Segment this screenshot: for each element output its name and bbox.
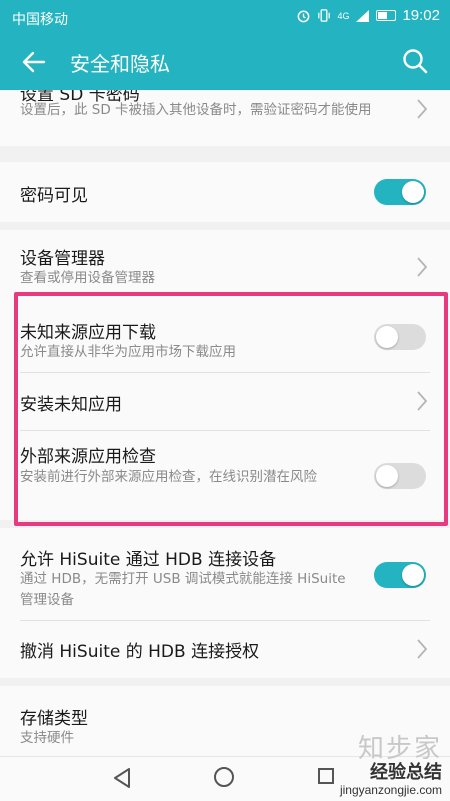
- alarm-icon: [298, 10, 310, 23]
- chevron-right-icon: [417, 99, 428, 119]
- watermark-line1: 知步家: [357, 734, 442, 764]
- clock: 19:02: [402, 7, 440, 24]
- app-bar: 安全和隐私: [0, 34, 450, 90]
- nav-home-icon[interactable]: [214, 767, 234, 787]
- hisuite-group-card: 允许 HiSuite 通过 HDB 连接设备 通过 HDB，无需打开 USB 调…: [0, 528, 450, 678]
- storage-type-title: 存储类型: [20, 709, 88, 729]
- unknown-sources-item[interactable]: 未知来源应用下载 允许直接从非华为应用市场下载应用: [0, 304, 450, 370]
- revoke-hdb-title: 撤消 HiSuite 的 HDB 连接授权: [20, 642, 260, 662]
- signal-icon: [356, 9, 370, 22]
- hisuite-hdb-toggle[interactable]: [374, 562, 426, 588]
- device-manager-item[interactable]: 设备管理器 查看或停用设备管理器: [0, 230, 450, 294]
- install-unknown-apps-item[interactable]: 安装未知应用: [0, 373, 450, 429]
- hisuite-hdb-title: 允许 HiSuite 通过 HDB 连接设备: [20, 550, 277, 570]
- unknown-sources-title: 未知来源应用下载: [20, 323, 156, 343]
- security-group-card: 设备管理器 查看或停用设备管理器 未知来源应用下载 允许直接从非华为应用市场下载…: [0, 230, 450, 520]
- revoke-hdb-item[interactable]: 撤消 HiSuite 的 HDB 连接授权: [0, 621, 450, 677]
- external-source-check-item[interactable]: 外部来源应用检查 安装前进行外部来源应用检查，在线识别潜在风险: [0, 431, 450, 520]
- sd-card-password-item[interactable]: 设置 SD 卡密码 设置后，此 SD 卡被插入其他设备时，需验证密码才能使用: [0, 90, 450, 146]
- chevron-right-icon: [417, 639, 428, 659]
- hisuite-hdb-item[interactable]: 允许 HiSuite 通过 HDB 连接设备 通过 HDB，无需打开 USB 调…: [0, 528, 450, 618]
- watermark-line3: jingyanzongjie.com: [339, 783, 442, 797]
- nav-back-icon[interactable]: [112, 767, 132, 789]
- watermark-line2: 经验总结: [370, 762, 442, 783]
- battery-icon: [376, 10, 397, 21]
- unknown-sources-subtitle: 允许直接从非华为应用市场下载应用: [20, 344, 236, 360]
- chevron-right-icon: [417, 391, 428, 411]
- external-source-check-title: 外部来源应用检查: [20, 447, 156, 467]
- carrier-label: 中国移动: [12, 11, 68, 27]
- watermark: 知步家 经验总结 jingyanzongjie.com: [340, 736, 442, 796]
- status-icons: 4G 19:02: [296, 7, 440, 24]
- storage-type-subtitle: 支持硬件: [20, 730, 74, 746]
- unknown-sources-toggle[interactable]: [374, 324, 426, 350]
- device-manager-subtitle: 查看或停用设备管理器: [20, 270, 155, 286]
- password-visible-item[interactable]: 密码可见: [0, 162, 450, 222]
- settings-list: 设置 SD 卡密码 设置后，此 SD 卡被插入其他设备时，需验证密码才能使用 密…: [0, 90, 450, 756]
- password-visible-toggle[interactable]: [374, 179, 426, 205]
- nav-recent-icon[interactable]: [318, 768, 334, 784]
- device-manager-title: 设备管理器: [20, 249, 105, 269]
- vibrate-icon: [318, 9, 331, 22]
- search-icon[interactable]: [400, 46, 430, 76]
- back-arrow-icon[interactable]: [18, 46, 50, 78]
- external-source-check-subtitle: 安装前进行外部来源应用检查，在线识别潜在风险: [20, 469, 317, 485]
- hisuite-hdb-subtitle: 通过 HDB，无需打开 USB 调试模式就能连接 HiSuite 管理设备: [20, 571, 346, 608]
- status-bar: 中国移动 4G 19:02: [0, 0, 450, 34]
- sd-card-password-subtitle: 设置后，此 SD 卡被插入其他设备时，需验证密码才能使用: [20, 102, 372, 118]
- chevron-right-icon: [417, 257, 428, 277]
- password-visible-title: 密码可见: [20, 186, 88, 206]
- external-source-check-toggle[interactable]: [374, 463, 426, 489]
- install-unknown-apps-title: 安装未知应用: [20, 395, 122, 415]
- network-type-label: 4G: [337, 10, 350, 21]
- page-title: 安全和隐私: [70, 52, 170, 76]
